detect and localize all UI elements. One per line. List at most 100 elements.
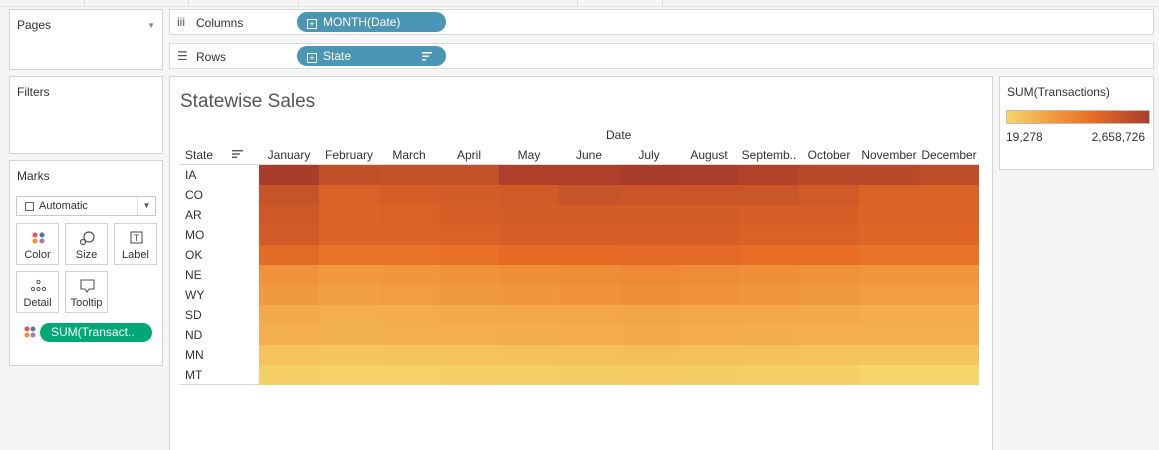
heatmap-cell[interactable] xyxy=(679,245,739,265)
heatmap-cell[interactable] xyxy=(619,365,679,385)
heatmap-cell[interactable] xyxy=(679,165,739,185)
tooltip-button[interactable]: Tooltip xyxy=(65,271,108,313)
heatmap-cell[interactable] xyxy=(379,245,439,265)
columns-pill[interactable]: + MONTH(Date) xyxy=(297,12,446,32)
heatmap-cell[interactable] xyxy=(439,325,499,345)
heatmap-cell[interactable] xyxy=(499,225,559,245)
heatmap-cell[interactable] xyxy=(859,365,919,385)
heatmap-cell[interactable] xyxy=(739,365,799,385)
mark-type-dropdown[interactable]: Automatic ▼ xyxy=(16,196,156,216)
heatmap-cell[interactable] xyxy=(439,305,499,325)
heatmap-cell[interactable] xyxy=(739,225,799,245)
filters-card[interactable]: Filters xyxy=(9,76,163,154)
heatmap-cell[interactable] xyxy=(919,165,979,185)
heatmap-cell[interactable] xyxy=(859,225,919,245)
heatmap-cell[interactable] xyxy=(919,345,979,365)
heatmap-cell[interactable] xyxy=(319,285,379,305)
heatmap-cell[interactable] xyxy=(379,285,439,305)
heatmap-cell[interactable] xyxy=(319,365,379,385)
heatmap-cell[interactable] xyxy=(679,345,739,365)
heatmap-cell[interactable] xyxy=(799,345,859,365)
heatmap-cell[interactable] xyxy=(919,285,979,305)
heatmap-cell[interactable] xyxy=(859,325,919,345)
heatmap-cell[interactable] xyxy=(799,205,859,225)
heatmap-cell[interactable] xyxy=(559,225,619,245)
heatmap-cell[interactable] xyxy=(439,345,499,365)
heatmap-cell[interactable] xyxy=(259,265,319,285)
heatmap-cell[interactable] xyxy=(559,365,619,385)
heatmap-cell[interactable] xyxy=(859,165,919,185)
heatmap-cell[interactable] xyxy=(619,185,679,205)
size-button[interactable]: Size xyxy=(65,223,108,265)
heatmap-cell[interactable] xyxy=(499,265,559,285)
heatmap-cell[interactable] xyxy=(859,265,919,285)
heatmap-cell[interactable] xyxy=(619,305,679,325)
heatmap-cell[interactable] xyxy=(619,325,679,345)
heatmap-cell[interactable] xyxy=(799,305,859,325)
heatmap-cell[interactable] xyxy=(739,165,799,185)
heatmap-cell[interactable] xyxy=(799,325,859,345)
heatmap-cell[interactable] xyxy=(259,165,319,185)
heatmap-cell[interactable] xyxy=(739,285,799,305)
heatmap-cell[interactable] xyxy=(499,205,559,225)
heatmap-cell[interactable] xyxy=(619,265,679,285)
heatmap-cell[interactable] xyxy=(919,305,979,325)
heatmap-cell[interactable] xyxy=(679,305,739,325)
detail-button[interactable]: Detail xyxy=(16,271,59,313)
heatmap-cell[interactable] xyxy=(439,165,499,185)
heatmap-cell[interactable] xyxy=(619,285,679,305)
heatmap-cell[interactable] xyxy=(259,185,319,205)
heatmap-cell[interactable] xyxy=(859,285,919,305)
heatmap-cell[interactable] xyxy=(859,185,919,205)
heatmap-cell[interactable] xyxy=(919,265,979,285)
color-button[interactable]: Color xyxy=(16,223,59,265)
heatmap-cell[interactable] xyxy=(379,345,439,365)
heatmap-cell[interactable] xyxy=(679,265,739,285)
heatmap-cell[interactable] xyxy=(259,305,319,325)
heatmap-cell[interactable] xyxy=(499,185,559,205)
heatmap-cell[interactable] xyxy=(859,345,919,365)
heatmap-cell[interactable] xyxy=(259,245,319,265)
heatmap-cell[interactable] xyxy=(499,325,559,345)
heatmap-cell[interactable] xyxy=(919,185,979,205)
heatmap-cell[interactable] xyxy=(559,205,619,225)
heatmap-cell[interactable] xyxy=(739,345,799,365)
heatmap-cell[interactable] xyxy=(919,205,979,225)
heatmap-cell[interactable] xyxy=(379,225,439,245)
heatmap-cell[interactable] xyxy=(679,205,739,225)
heatmap-cell[interactable] xyxy=(619,165,679,185)
heatmap-cell[interactable] xyxy=(739,205,799,225)
heatmap-cell[interactable] xyxy=(679,225,739,245)
heatmap-cell[interactable] xyxy=(379,165,439,185)
color-field-pill[interactable]: SUM(Transact.. xyxy=(40,323,152,342)
pages-card[interactable]: Pages ▼ xyxy=(9,9,163,70)
heatmap-cell[interactable] xyxy=(259,225,319,245)
heatmap-cell[interactable] xyxy=(379,185,439,205)
heatmap-cell[interactable] xyxy=(799,285,859,305)
heatmap-cell[interactable] xyxy=(499,365,559,385)
heatmap-cell[interactable] xyxy=(499,245,559,265)
heatmap-cell[interactable] xyxy=(379,205,439,225)
heatmap-cell[interactable] xyxy=(439,245,499,265)
heatmap-cell[interactable] xyxy=(739,325,799,345)
heatmap-cell[interactable] xyxy=(859,245,919,265)
heatmap-cell[interactable] xyxy=(859,305,919,325)
heatmap-cell[interactable] xyxy=(739,265,799,285)
heatmap-cell[interactable] xyxy=(379,325,439,345)
heatmap-cell[interactable] xyxy=(619,205,679,225)
label-button[interactable]: T Label xyxy=(114,223,157,265)
rows-pill[interactable]: + State xyxy=(297,46,446,66)
heatmap-cell[interactable] xyxy=(919,365,979,385)
heatmap-cell[interactable] xyxy=(319,325,379,345)
heatmap-cell[interactable] xyxy=(259,325,319,345)
heatmap-cell[interactable] xyxy=(859,205,919,225)
heatmap-cell[interactable] xyxy=(559,185,619,205)
heatmap-cell[interactable] xyxy=(319,185,379,205)
heatmap-cell[interactable] xyxy=(559,285,619,305)
heatmap-cell[interactable] xyxy=(439,205,499,225)
heatmap-cell[interactable] xyxy=(799,265,859,285)
heatmap-cell[interactable] xyxy=(559,325,619,345)
heatmap-cell[interactable] xyxy=(559,345,619,365)
heatmap-cell[interactable] xyxy=(259,205,319,225)
heatmap-cell[interactable] xyxy=(439,185,499,205)
